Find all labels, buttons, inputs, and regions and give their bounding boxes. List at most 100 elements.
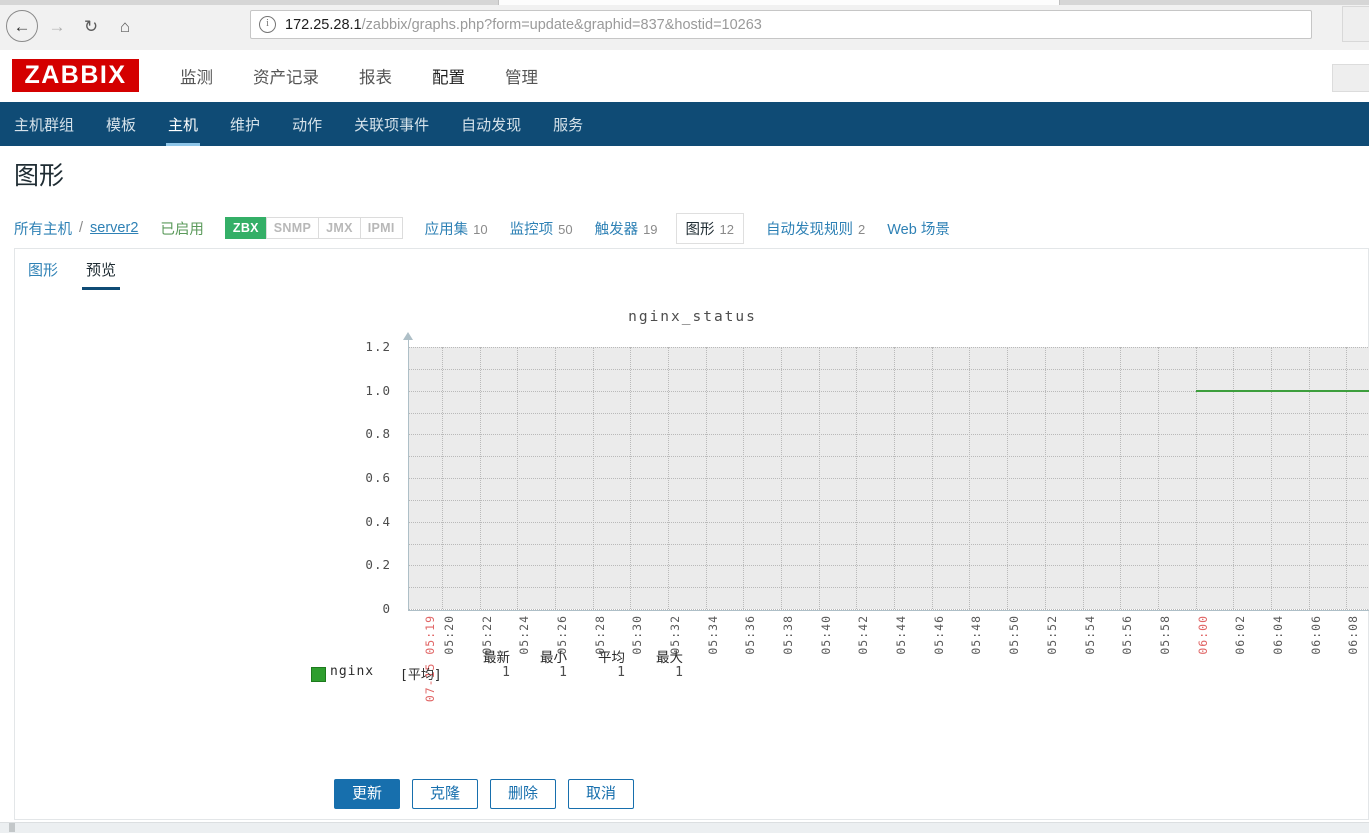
- zabbix-logo[interactable]: ZABBIX: [12, 59, 139, 92]
- grid-line-vertical: [1120, 347, 1122, 609]
- x-tick-label: 05:46: [931, 615, 946, 655]
- grid-line-vertical: [479, 347, 481, 609]
- grid-line-horizontal: [409, 521, 1369, 523]
- host-interface-tags: ZBX SNMP JMX IPMI: [224, 217, 403, 239]
- legend-column-value: 1: [559, 665, 567, 680]
- host-link-applications[interactable]: 应用集 10: [425, 218, 488, 239]
- grid-line-vertical: [630, 347, 632, 609]
- grid-line-vertical: [894, 347, 896, 609]
- host-status: 已启用: [160, 221, 204, 238]
- graph-title: nginx_status: [628, 309, 757, 325]
- top-menu-item-monitoring[interactable]: 监测: [160, 50, 233, 102]
- grid-line-horizontal: [409, 347, 1369, 348]
- sub-nav-item-actions[interactable]: 动作: [276, 102, 338, 146]
- x-tick-label: 05:56: [1120, 615, 1135, 655]
- browser-nav-buttons: ← → ↻ ⌂: [6, 10, 140, 42]
- update-button[interactable]: 更新: [334, 779, 401, 809]
- grid-line-vertical: [931, 347, 933, 609]
- host-link-discovery-rules[interactable]: 自动发现规则 2: [766, 218, 865, 239]
- grid-line-vertical: [969, 347, 971, 609]
- url-host: 172.25.28.1: [285, 16, 362, 33]
- host-link-applications-label: 应用集: [424, 221, 469, 238]
- host-link-web-scenarios[interactable]: Web 场景: [887, 218, 950, 239]
- x-tick-label: 05:38: [781, 615, 796, 655]
- top-menu-item-configuration[interactable]: 配置: [412, 50, 485, 112]
- top-menu-item-reports[interactable]: 报表: [339, 50, 412, 102]
- host-link-graphs[interactable]: 图形 12: [675, 212, 745, 244]
- grid-line-horizontal: [409, 565, 1369, 567]
- sub-nav-item-host-groups[interactable]: 主机群组: [0, 102, 90, 146]
- y-tick-label: 1.0: [365, 382, 391, 398]
- grid-line-vertical: [1308, 347, 1310, 609]
- grid-line-vertical: [592, 347, 594, 609]
- horizontal-scrollbar[interactable]: [9, 823, 15, 832]
- tab-preview[interactable]: 预览: [72, 259, 130, 290]
- top-menu-item-administration[interactable]: 管理: [485, 50, 558, 102]
- form-tabs: 图形 预览: [14, 250, 130, 290]
- breadcrumb-host[interactable]: server2: [90, 220, 138, 236]
- cancel-button[interactable]: 取消: [568, 779, 635, 809]
- tag-jmx: JMX: [318, 217, 361, 239]
- grid-line-vertical: [1044, 347, 1046, 609]
- host-link-triggers-label: 触发器: [594, 221, 639, 238]
- grid-line-vertical: [1233, 347, 1235, 609]
- grid-line-vertical: [441, 347, 443, 609]
- grid-line-horizontal-minor: [409, 456, 1369, 458]
- tag-zbx: ZBX: [224, 217, 267, 239]
- sub-nav-item-templates[interactable]: 模板: [90, 102, 152, 146]
- x-tick-label-start: 07-15 05:19: [423, 615, 437, 703]
- legend-column-header: 最新: [483, 650, 510, 665]
- x-tick-label: 05:50: [1007, 615, 1022, 655]
- grid-line-vertical: [1346, 347, 1348, 609]
- browser-tab-active[interactable]: [498, 0, 1060, 5]
- legend-column-value: 1: [502, 665, 510, 680]
- tag-ipmi: IPMI: [359, 217, 403, 239]
- graph-y-axis-arrow-icon: [403, 332, 413, 340]
- grid-line-horizontal-minor: [409, 587, 1369, 589]
- browser-corner-control[interactable]: [1342, 6, 1369, 42]
- host-link-items[interactable]: 监控项 50: [510, 218, 573, 239]
- top-menu: 监测 资产记录 报表 配置 管理: [160, 50, 558, 112]
- legend-series-name: nginx: [330, 664, 375, 679]
- top-menu-item-inventory[interactable]: 资产记录: [233, 50, 339, 102]
- home-icon[interactable]: ⌂: [110, 11, 140, 41]
- sub-nav-item-hosts[interactable]: 主机: [152, 102, 214, 146]
- grid-line-vertical: [1195, 347, 1197, 609]
- legend-series-function: [平均]: [400, 668, 442, 683]
- info-circle-icon[interactable]: i: [259, 16, 276, 33]
- host-link-triggers-count: 19: [643, 221, 658, 237]
- host-link-triggers[interactable]: 触发器 19: [595, 218, 658, 239]
- browser-tabstrip: [0, 0, 1369, 5]
- x-tick-label: 05:40: [818, 615, 833, 655]
- forward-icon[interactable]: →: [42, 11, 72, 41]
- search-box[interactable]: [1332, 64, 1369, 92]
- sub-nav-item-maintenance[interactable]: 维护: [214, 102, 276, 146]
- x-tick-label: 06:04: [1270, 615, 1285, 655]
- grid-line-vertical: [554, 347, 556, 609]
- x-tick-label: 05:44: [894, 615, 909, 655]
- back-icon[interactable]: ←: [6, 10, 38, 42]
- reload-icon[interactable]: ↻: [76, 11, 106, 41]
- legend-column-header: 最大: [656, 650, 683, 665]
- x-tick-label: 05:54: [1082, 615, 1097, 655]
- delete-button[interactable]: 删除: [490, 779, 557, 809]
- footer-strip: [0, 822, 1369, 833]
- tab-graph[interactable]: 图形: [14, 259, 72, 290]
- sub-nav-item-discovery[interactable]: 自动发现: [445, 102, 537, 146]
- sub-nav-item-correlation[interactable]: 关联项事件: [338, 102, 445, 146]
- breadcrumb-all-hosts[interactable]: 所有主机: [14, 218, 72, 239]
- grid-line-horizontal-minor: [409, 412, 1369, 414]
- host-link-graphs-count: 12: [719, 221, 735, 237]
- x-tick-label: 05:52: [1044, 615, 1059, 655]
- grid-line-vertical: [781, 347, 783, 609]
- sub-nav-item-services[interactable]: 服务: [537, 102, 599, 146]
- address-bar[interactable]: i 172.25.28.1/zabbix/graphs.php?form=upd…: [250, 10, 1312, 39]
- clone-button[interactable]: 克隆: [412, 779, 479, 809]
- grid-line-vertical: [856, 347, 858, 609]
- app-root: ← → ↻ ⌂ i 172.25.28.1/zabbix/graphs.php?…: [0, 0, 1369, 833]
- graph-series-line: [1195, 389, 1369, 392]
- legend-color-swatch: [311, 667, 326, 682]
- tag-snmp: SNMP: [265, 217, 320, 239]
- grid-line-vertical: [1157, 347, 1159, 609]
- browser-chrome: ← → ↻ ⌂ i 172.25.28.1/zabbix/graphs.php?…: [0, 0, 1369, 51]
